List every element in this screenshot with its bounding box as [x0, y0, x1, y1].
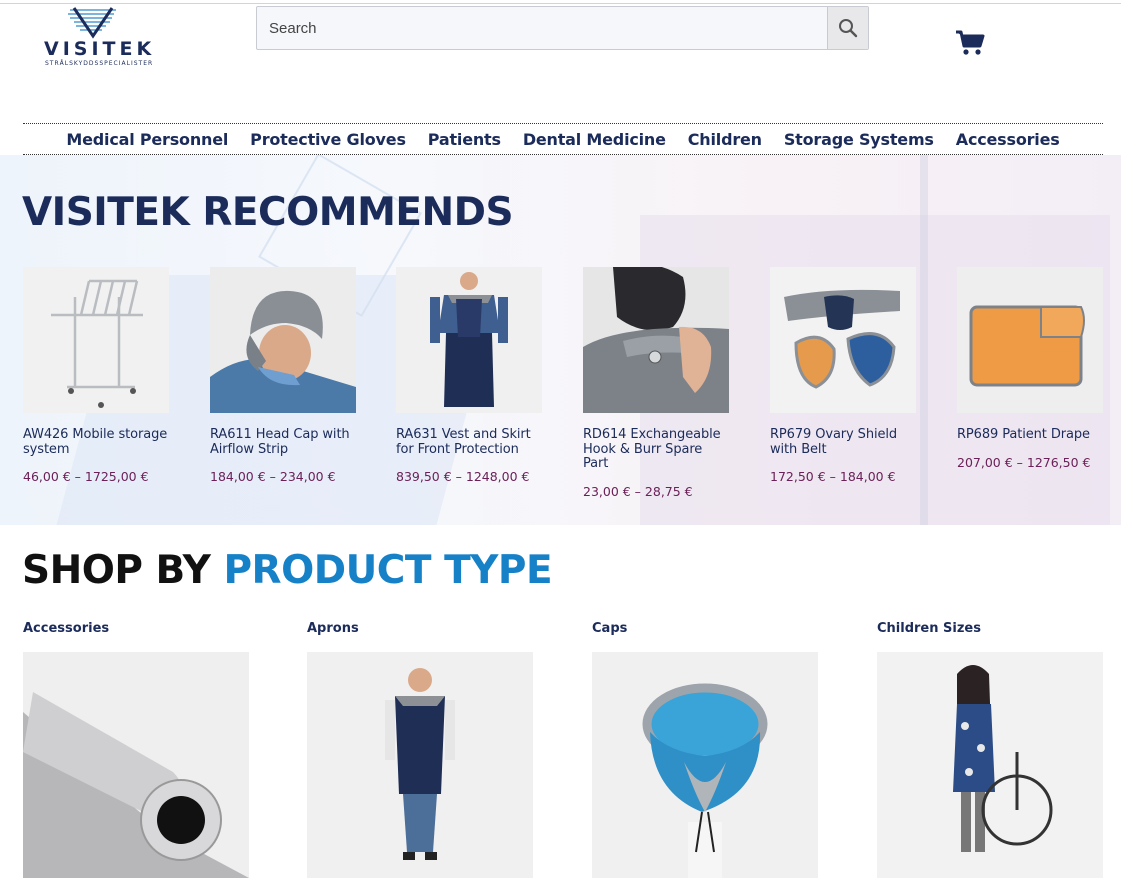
nav-medical-personnel[interactable]: Medical Personnel [66, 130, 228, 149]
search-button[interactable] [827, 7, 868, 49]
shop-by-heading: SHOP BY PRODUCT TYPE [22, 548, 553, 593]
product-image-ovary-shield[interactable] [770, 267, 916, 413]
product-name[interactable]: AW426 Mobile storage system [23, 427, 169, 457]
category-label[interactable]: Accessories [23, 621, 249, 652]
search-bar [256, 6, 869, 50]
category-children-sizes[interactable]: Children Sizes [877, 621, 1103, 878]
product-image-head-cap[interactable] [210, 267, 356, 413]
category-aprons[interactable]: Aprons [307, 621, 533, 878]
search-input[interactable] [257, 7, 828, 49]
product-image-patient-drape[interactable] [957, 267, 1103, 413]
product-name[interactable]: RP689 Patient Drape [957, 427, 1103, 443]
nav-accessories[interactable]: Accessories [956, 130, 1060, 149]
logo-wordmark: VISITEK [44, 38, 156, 60]
product-price: 207,00 € – 1276,50 € [957, 454, 1091, 470]
category-label[interactable]: Caps [592, 621, 818, 652]
category-image-apron[interactable] [307, 652, 533, 878]
main-navigation: Medical Personnel Protective Gloves Pati… [23, 123, 1103, 155]
product-price: 839,50 € – 1248,00 € [396, 469, 530, 484]
product-name[interactable]: RD614 Exchangeable Hook & Burr Spare Par… [583, 427, 729, 472]
product-card[interactable]: AW426 Mobile storage system 46,00 € – 17… [23, 267, 169, 484]
nav-patients[interactable]: Patients [428, 130, 501, 149]
top-border [0, 3, 1121, 4]
product-price: 23,00 € – 28,75 € [583, 483, 693, 499]
product-card[interactable]: RD614 Exchangeable Hook & Burr Spare Par… [583, 267, 729, 499]
product-image-vest-skirt[interactable] [396, 267, 542, 413]
nav-storage-systems[interactable]: Storage Systems [784, 130, 934, 149]
nav-dental-medicine[interactable]: Dental Medicine [523, 130, 666, 149]
product-card[interactable]: RA631 Vest and Skirt for Front Protectio… [396, 267, 542, 484]
category-image-cap[interactable] [592, 652, 818, 878]
product-price: 46,00 € – 1725,00 € [23, 469, 149, 484]
shop-by-heading-part1: SHOP BY [22, 548, 211, 593]
nav-protective-gloves[interactable]: Protective Gloves [250, 130, 406, 149]
product-price: 184,00 € – 234,00 € [210, 469, 336, 484]
category-image-child[interactable] [877, 652, 1103, 878]
shop-by-heading-part2: PRODUCT TYPE [223, 548, 553, 593]
product-price: 172,50 € – 184,00 € [770, 469, 896, 484]
category-label[interactable]: Children Sizes [877, 621, 1103, 652]
logo-tagline: STRÅLSKYDDSSPECIALISTER [45, 60, 154, 67]
product-card[interactable]: RP679 Ovary Shield with Belt 172,50 € – … [770, 267, 916, 484]
category-caps[interactable]: Caps [592, 621, 818, 878]
product-name[interactable]: RA631 Vest and Skirt for Front Protectio… [396, 427, 542, 457]
product-card[interactable]: RA611 Head Cap with Airflow Strip 184,00… [210, 267, 356, 484]
product-name[interactable]: RP679 Ovary Shield with Belt [770, 427, 916, 457]
product-name[interactable]: RA611 Head Cap with Airflow Strip [210, 427, 356, 457]
category-accessories[interactable]: Accessories [23, 621, 249, 878]
product-image-storage-rack[interactable] [23, 267, 169, 413]
category-image-roll[interactable] [23, 652, 249, 878]
product-card[interactable]: RP689 Patient Drape 207,00 € – 1276,50 € [957, 267, 1103, 470]
nav-children[interactable]: Children [688, 130, 762, 149]
product-image-hook-burr[interactable] [583, 267, 729, 413]
cart-icon[interactable] [955, 30, 985, 56]
search-icon [839, 19, 858, 38]
category-label[interactable]: Aprons [307, 621, 533, 652]
recommends-heading: VISITEK RECOMMENDS [22, 190, 514, 235]
background-shape [920, 155, 928, 525]
